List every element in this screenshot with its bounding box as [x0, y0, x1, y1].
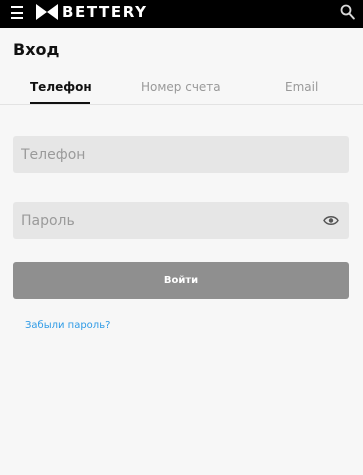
page-title: Вход	[13, 40, 60, 59]
login-button[interactable]: Войти	[13, 262, 349, 299]
search-icon[interactable]	[340, 4, 355, 20]
top-navigation-bar: BETTERY	[0, 0, 363, 28]
tab-account-number[interactable]: Номер счета	[141, 80, 221, 94]
tab-phone[interactable]: Телефон	[30, 80, 92, 94]
login-method-tabs: Телефон Номер счета Email	[0, 74, 363, 105]
forgot-password-link[interactable]: Забыли пароль?	[25, 320, 110, 331]
brand-logo[interactable]: BETTERY	[36, 3, 148, 21]
phone-field	[13, 136, 349, 173]
phone-input[interactable]	[13, 136, 349, 173]
tab-email[interactable]: Email	[285, 80, 318, 94]
hamburger-menu-icon[interactable]	[11, 6, 23, 19]
bettery-logo-icon	[36, 4, 58, 20]
logo-text: BETTERY	[62, 3, 148, 21]
active-tab-indicator	[30, 102, 90, 104]
password-input[interactable]	[13, 202, 349, 239]
password-field	[13, 202, 349, 239]
eye-icon[interactable]	[323, 215, 339, 226]
